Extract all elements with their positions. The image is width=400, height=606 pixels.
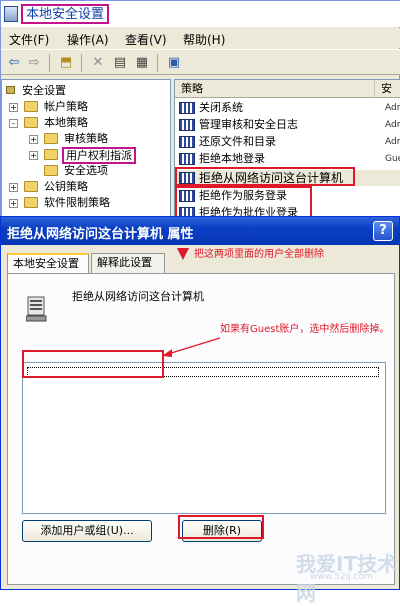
annotation-arrow-icon — [162, 337, 221, 357]
tree-item-audit-policy[interactable]: + 审核策略 — [2, 131, 170, 147]
window-title-bar: 本地安全设置 — [1, 1, 400, 27]
computer-policy-icon — [26, 296, 47, 322]
toolbar: ⇦ ⇨ ⬒ ✕ ▤ ▦ ▣ — [1, 49, 400, 75]
window-title: 本地安全设置 — [21, 4, 110, 24]
policy-list: 策略 安 关闭系统 Adm 管理审核和安全日志 Adm 还原文件和目录 Adm … — [174, 79, 400, 229]
policy-row[interactable]: 拒绝本地登录 Gue — [175, 151, 400, 167]
tab-local-security-setting[interactable]: 本地安全设置 — [7, 253, 89, 274]
tree-item-account-policies[interactable]: + 帐户策略 — [2, 99, 170, 115]
menu-help[interactable]: 帮助(H) — [183, 31, 225, 48]
dialog-title-bar: 拒绝从网络访问这台计算机 属性 ? — [1, 217, 399, 245]
policy-name: 拒绝本地登录 — [199, 152, 265, 165]
policy-list-header: 策略 安 — [175, 80, 400, 98]
policy-row[interactable]: 管理审核和安全日志 Adm — [175, 117, 400, 133]
help-icon[interactable]: ▣ — [165, 54, 183, 72]
console-icon — [4, 6, 18, 22]
remove-button[interactable]: 删除(R) — [182, 520, 262, 542]
tree-item-label: 本地策略 — [44, 116, 88, 129]
properties-icon[interactable]: ▤ — [111, 54, 129, 72]
column-header-policy[interactable]: 策略 — [175, 80, 375, 98]
toolbar-separator — [81, 54, 82, 72]
list-item[interactable] — [27, 367, 379, 377]
policy-icon — [179, 102, 195, 114]
menu-bar: 文件(F) 操作(A) 查看(V) 帮助(H) — [1, 28, 400, 48]
console-tree: 安全设置 + 帐户策略 - 本地策略 + 审核策略 + 用户权利指派 安全选项 … — [1, 79, 171, 229]
policy-icon — [179, 153, 195, 165]
policy-name: 还原文件和目录 — [199, 135, 276, 148]
tab-panel: 拒绝从网络访问这台计算机 添加用户或组(U)... 删除(R) — [7, 273, 395, 585]
tree-item-security-settings[interactable]: 安全设置 — [2, 83, 170, 99]
tree-item-user-rights-assignment[interactable]: + 用户权利指派 — [2, 147, 170, 164]
back-icon[interactable]: ⇦ — [5, 54, 23, 72]
policy-icon — [179, 119, 195, 131]
policy-value: Adm — [385, 103, 400, 113]
policy-icon — [179, 190, 195, 202]
menu-view[interactable]: 查看(V) — [125, 31, 167, 48]
policy-value: Adm — [385, 137, 400, 147]
policy-name: 管理审核和安全日志 — [199, 118, 298, 131]
help-button[interactable]: ? — [373, 221, 393, 241]
policy-value: Adm — [385, 120, 400, 130]
shield-icon — [6, 86, 15, 94]
watermark-url: www.52ij.com — [310, 572, 373, 582]
policy-row[interactable]: 关闭系统 Adm — [175, 100, 400, 116]
menu-action[interactable]: 操作(A) — [67, 31, 109, 48]
folder-icon — [24, 117, 38, 128]
policy-name: 关闭系统 — [199, 101, 243, 114]
collapse-icon[interactable]: - — [9, 119, 18, 128]
tree-item-label: 审核策略 — [64, 132, 108, 145]
expand-icon[interactable]: + — [29, 151, 38, 160]
policy-row[interactable]: 还原文件和目录 Adm — [175, 134, 400, 150]
tree-item-security-options[interactable]: 安全选项 — [2, 163, 170, 179]
tree-item-software-restriction-policies[interactable]: + 软件限制策略 — [2, 195, 170, 211]
dialog-title: 拒绝从网络访问这台计算机 属性 — [7, 227, 194, 242]
folder-icon — [44, 165, 58, 176]
policy-row[interactable]: 拒绝作为服务登录 — [175, 188, 400, 204]
policy-icon — [179, 136, 195, 148]
column-header-setting[interactable]: 安 — [375, 80, 400, 98]
policy-name: 拒绝作为服务登录 — [199, 189, 287, 202]
tab-explain-this-setting[interactable]: 解释此设置 — [91, 253, 165, 273]
tree-item-label: 用户权利指派 — [62, 147, 136, 164]
tree-item-label: 公钥策略 — [44, 180, 88, 193]
local-security-settings-window: 本地安全设置 文件(F) 操作(A) 查看(V) 帮助(H) ⇦ ⇨ ⬒ ✕ ▤… — [0, 0, 400, 230]
properties-dialog: 拒绝从网络访问这台计算机 属性 ? 本地安全设置 解释此设置 拒绝从网络访问这台… — [0, 216, 400, 590]
policy-value: Gue — [385, 154, 400, 164]
policy-name-label: 拒绝从网络访问这台计算机 — [72, 290, 204, 303]
policy-row-selected[interactable]: 拒绝从网络访问这台计算机 — [175, 170, 400, 186]
menu-file[interactable]: 文件(F) — [9, 31, 49, 48]
expand-icon[interactable]: + — [29, 135, 38, 144]
annotation-remove-users: 把这两项里面的用户全部删除 — [194, 249, 324, 260]
toolbar-separator — [49, 54, 50, 72]
expand-icon[interactable]: + — [9, 183, 18, 192]
user-group-list[interactable] — [22, 362, 386, 514]
tree-item-label: 软件限制策略 — [44, 196, 110, 209]
tree-item-label: 安全选项 — [64, 164, 108, 177]
tree-item-label: 安全设置 — [22, 84, 66, 97]
folder-icon — [24, 197, 38, 208]
export-list-icon[interactable]: ▦ — [133, 54, 151, 72]
folder-icon — [44, 133, 58, 144]
annotation-guest-account: 如果有Guest账户，选中然后删除掉。 — [220, 324, 390, 335]
add-user-or-group-button[interactable]: 添加用户或组(U)... — [22, 520, 152, 542]
expand-icon[interactable]: + — [9, 199, 18, 208]
policy-name: 拒绝从网络访问这台计算机 — [199, 171, 344, 185]
forward-icon[interactable]: ⇨ — [25, 54, 43, 72]
folder-icon — [24, 101, 38, 112]
tree-item-label: 帐户策略 — [44, 100, 88, 113]
folder-icon — [44, 149, 58, 160]
up-folder-icon[interactable]: ⬒ — [57, 54, 75, 72]
toolbar-separator — [157, 54, 158, 72]
policy-icon — [179, 172, 195, 184]
tree-item-public-key-policies[interactable]: + 公钥策略 — [2, 179, 170, 195]
delete-icon[interactable]: ✕ — [89, 54, 107, 72]
folder-icon — [24, 181, 38, 192]
expand-icon[interactable]: + — [9, 103, 18, 112]
tree-item-local-policies[interactable]: - 本地策略 — [2, 115, 170, 131]
